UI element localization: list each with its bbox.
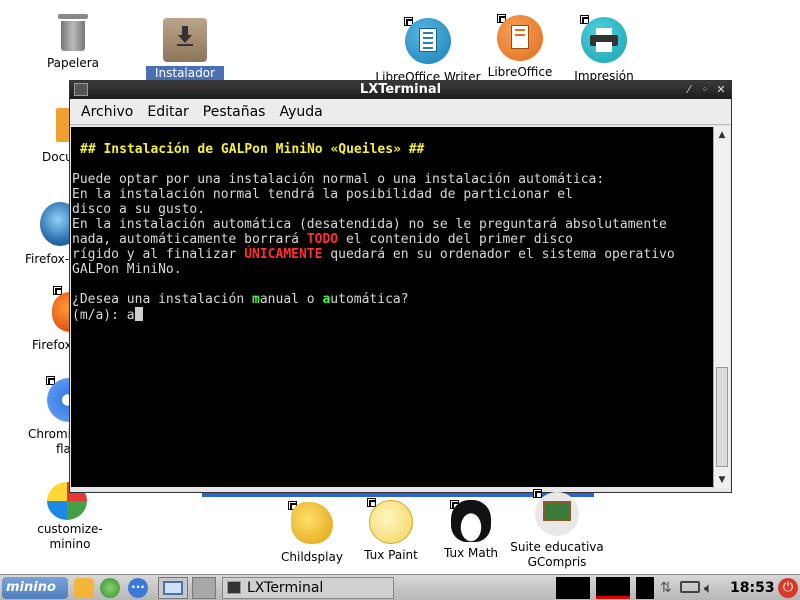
gcompris-desktop-icon[interactable]: Suite educativa GCompris (508, 492, 606, 570)
power-icon[interactable]: ⏻ (778, 578, 798, 598)
text-cursor (134, 307, 143, 321)
cpu-monitor (556, 577, 590, 599)
document-icon (56, 108, 70, 142)
tuxmath-desktop-icon[interactable]: Tux Math (432, 500, 510, 561)
terminal-screen[interactable]: ## Instalación de GALPon MiniNo «Queiles… (71, 127, 715, 487)
customize-label: customize- (37, 522, 103, 536)
terminal-line: En la instalación automática (desatendid… (72, 217, 667, 232)
clock[interactable]: 18:53 (730, 577, 775, 599)
trash-icon (56, 12, 90, 52)
scroll-down-icon[interactable]: ▼ (714, 473, 730, 487)
volume-icon[interactable]: 🔈︎ (704, 577, 726, 599)
writer-icon (405, 18, 451, 64)
terminal-line: Puede optar por una instalación normal o… (72, 172, 605, 187)
firefox-label-1[interactable]: Firefox- (25, 252, 69, 267)
impress-desktop-icon[interactable]: LibreOffice (484, 15, 556, 80)
warning-todo: TODO (306, 232, 339, 247)
scrollbar[interactable]: ▲ ▼ (713, 127, 730, 488)
install-heading: ## Instalación de GALPon MiniNo «Queiles… (80, 142, 425, 157)
prompt-line[interactable]: (m/a): a (72, 307, 715, 323)
firefox-label-2[interactable]: Firefox (32, 338, 72, 353)
tuxpaint-label: Tux Paint (364, 548, 418, 562)
gcompris-label: Suite educativa (510, 540, 604, 554)
scroll-up-icon[interactable]: ▲ (714, 128, 730, 142)
tuxmath-label: Tux Math (443, 546, 499, 560)
terminal-line: disco a su gusto. (72, 202, 206, 217)
more-apps-icon[interactable]: ··· (128, 578, 148, 598)
scroll-thumb[interactable] (716, 367, 728, 467)
impress-label: LibreOffice (487, 65, 553, 79)
file-manager-icon[interactable] (74, 578, 94, 598)
terminal-app-icon (227, 581, 241, 594)
workspace-pager[interactable] (192, 577, 216, 599)
taskbar-terminal[interactable]: LXTerminal (222, 577, 394, 599)
menu-ayuda[interactable]: Ayuda (278, 104, 323, 120)
gcompris-label-2: GCompris (527, 555, 587, 569)
titlebar[interactable]: LXTerminal ⁄ ◦ ✕ (70, 81, 731, 99)
window-title: LXTerminal (359, 82, 442, 97)
childsplay-label: Childsplay (281, 550, 343, 564)
browser-icon[interactable] (100, 578, 120, 598)
printer-icon (581, 17, 627, 63)
start-menu-button[interactable]: minino (2, 577, 68, 599)
minimize-icon[interactable]: ⁄ (681, 81, 697, 99)
terminal-app-icon (74, 83, 88, 96)
print-desktop-icon[interactable]: Impresión (568, 17, 640, 84)
memory-monitor (596, 577, 630, 599)
tuxpaint-icon (369, 500, 413, 544)
impress-icon (497, 15, 543, 61)
chalkboard-icon (535, 492, 579, 536)
customize-desktop-icon[interactable]: customize- minino (30, 522, 110, 552)
keyboard-icon[interactable] (680, 581, 700, 593)
firefox-icon (52, 292, 70, 332)
warning-unicamente: ÚNICAMENTE (244, 247, 323, 262)
terminal-window[interactable]: LXTerminal ⁄ ◦ ✕ Archivo Editar Pestañas… (69, 80, 732, 493)
writer-desktop-icon[interactable]: LibreOffice Writer (372, 18, 484, 85)
question-line: ¿Desea una instalación manual o automáti… (72, 292, 409, 307)
close-icon[interactable]: ✕ (713, 81, 729, 99)
menu-archivo[interactable]: Archivo (80, 104, 134, 120)
taskbar-terminal-label: LXTerminal (247, 580, 324, 596)
terminal-line: GALPon MiniNo. (72, 262, 182, 277)
terminal-line: nada, automáticamente borrará TODO el co… (72, 232, 573, 247)
taskbar: minino ··· LXTerminal ⇅ 🔈︎ 18:53 ⏻ (0, 574, 800, 600)
childsplay-icon (291, 502, 333, 544)
menubar: Archivo Editar Pestañas Ayuda (70, 99, 731, 125)
docu-label[interactable]: Docu (42, 150, 73, 165)
network-icon[interactable]: ⇅ (660, 577, 676, 599)
download-icon (163, 18, 207, 62)
option-m: m (252, 292, 260, 307)
net-monitor (636, 577, 654, 599)
terminal-line: rígido y al finalizar ÚNICAMENTE quedará… (72, 247, 675, 262)
customize-label-2: minino (49, 537, 91, 551)
menu-editar[interactable]: Editar (146, 104, 189, 120)
chromium-label[interactable]: Chromi (28, 427, 71, 442)
show-desktop-icon[interactable] (158, 577, 188, 599)
terminal-line: En la instalación normal tendrá la posib… (72, 187, 573, 202)
trash-desktop-icon[interactable]: Papelera (40, 12, 106, 71)
childsplay-desktop-icon[interactable]: Childsplay (272, 502, 352, 565)
trash-label: Papelera (46, 56, 100, 70)
maximize-icon[interactable]: ◦ (697, 81, 713, 99)
tux-penguin-icon (451, 500, 491, 542)
tuxpaint-desktop-icon[interactable]: Tux Paint (352, 500, 430, 563)
menu-pestanas[interactable]: Pestañas (202, 104, 267, 120)
